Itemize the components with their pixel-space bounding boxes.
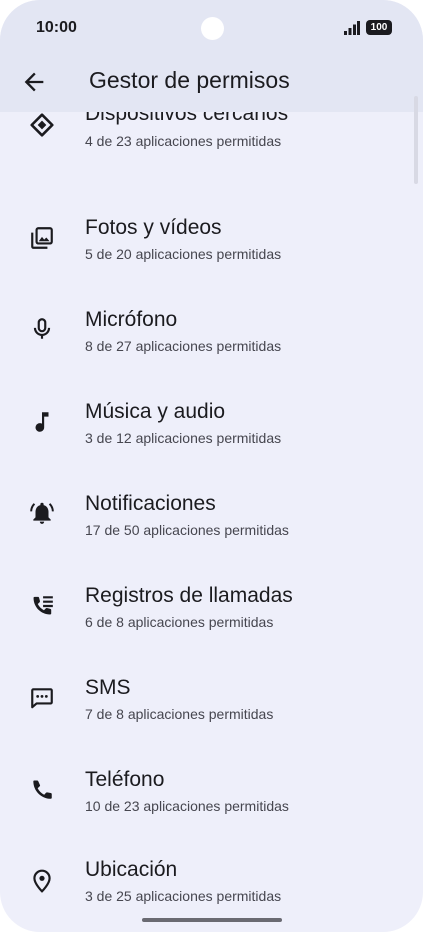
permission-label: Notificaciones bbox=[85, 492, 216, 515]
permission-detail: 4 de 23 aplicaciones permitidas bbox=[85, 133, 282, 149]
arrow-back-icon[interactable] bbox=[20, 68, 48, 96]
bell-icon bbox=[29, 500, 55, 526]
permission-detail: 5 de 20 aplicaciones permitidas bbox=[85, 246, 282, 262]
permission-detail: 6 de 8 aplicaciones permitidas bbox=[85, 614, 274, 630]
status-bar: 10:00 100 bbox=[0, 0, 423, 58]
music-note-icon bbox=[29, 409, 55, 435]
permission-label: Micrófono bbox=[85, 308, 178, 331]
battery-icon: 100 bbox=[366, 20, 392, 35]
permission-detail: 17 de 50 aplicaciones permitidas bbox=[85, 522, 289, 538]
permission-item-phone[interactable]: Teléfono 10 de 23 aplicaciones permitida… bbox=[0, 758, 423, 850]
permission-label: Dispositivos cercanos bbox=[85, 112, 289, 125]
call-log-icon bbox=[29, 593, 55, 619]
permission-label: Registros de llamadas bbox=[85, 584, 293, 607]
permission-item-music[interactable]: Música y audio 3 de 12 aplicaciones perm… bbox=[0, 390, 423, 482]
permission-detail: 7 de 8 aplicaciones permitidas bbox=[85, 706, 274, 722]
permission-label: Ubicación bbox=[85, 858, 178, 881]
permission-item-sms[interactable]: SMS 7 de 8 aplicaciones permitidas bbox=[0, 666, 423, 758]
microphone-icon bbox=[29, 316, 55, 342]
camera-cutout bbox=[201, 17, 224, 40]
permission-item-microphone[interactable]: Micrófono 8 de 27 aplicaciones permitida… bbox=[0, 298, 423, 390]
photos-icon bbox=[29, 225, 55, 251]
permission-label: Teléfono bbox=[85, 768, 165, 791]
signal-icon bbox=[344, 21, 360, 35]
permission-item-notifications[interactable]: Notificaciones 17 de 50 aplicaciones per… bbox=[0, 482, 423, 574]
permission-detail: 8 de 27 aplicaciones permitidas bbox=[85, 338, 282, 354]
permission-detail: 3 de 12 aplicaciones permitidas bbox=[85, 430, 282, 446]
page-title: Gestor de permisos bbox=[89, 67, 290, 93]
app-bar: Gestor de permisos bbox=[0, 58, 423, 112]
permission-label: Fotos y vídeos bbox=[85, 216, 222, 239]
permission-item-photos[interactable]: Fotos y vídeos 5 de 20 aplicaciones perm… bbox=[0, 206, 423, 298]
permission-item-nearby-devices[interactable]: Dispositivos cercanos 4 de 23 aplicacion… bbox=[0, 112, 423, 184]
phone-icon bbox=[29, 776, 55, 802]
nearby-devices-icon bbox=[29, 112, 55, 138]
permission-detail: 10 de 23 aplicaciones permitidas bbox=[85, 798, 289, 814]
sms-icon bbox=[29, 685, 55, 711]
home-gesture-bar[interactable] bbox=[142, 918, 282, 922]
permission-item-call-logs[interactable]: Registros de llamadas 6 de 8 aplicacione… bbox=[0, 574, 423, 666]
status-time: 10:00 bbox=[36, 19, 77, 36]
phone-screen: 10:00 100 Gestor de permisos Dispositivo… bbox=[0, 0, 423, 932]
permission-detail: 3 de 25 aplicaciones permitidas bbox=[85, 888, 282, 904]
permission-label: Música y audio bbox=[85, 400, 226, 423]
permission-label: SMS bbox=[85, 676, 131, 699]
scrollbar[interactable] bbox=[414, 96, 418, 184]
permission-list: Dispositivos cercanos 4 de 23 aplicacion… bbox=[0, 112, 423, 932]
location-pin-icon bbox=[29, 868, 55, 894]
